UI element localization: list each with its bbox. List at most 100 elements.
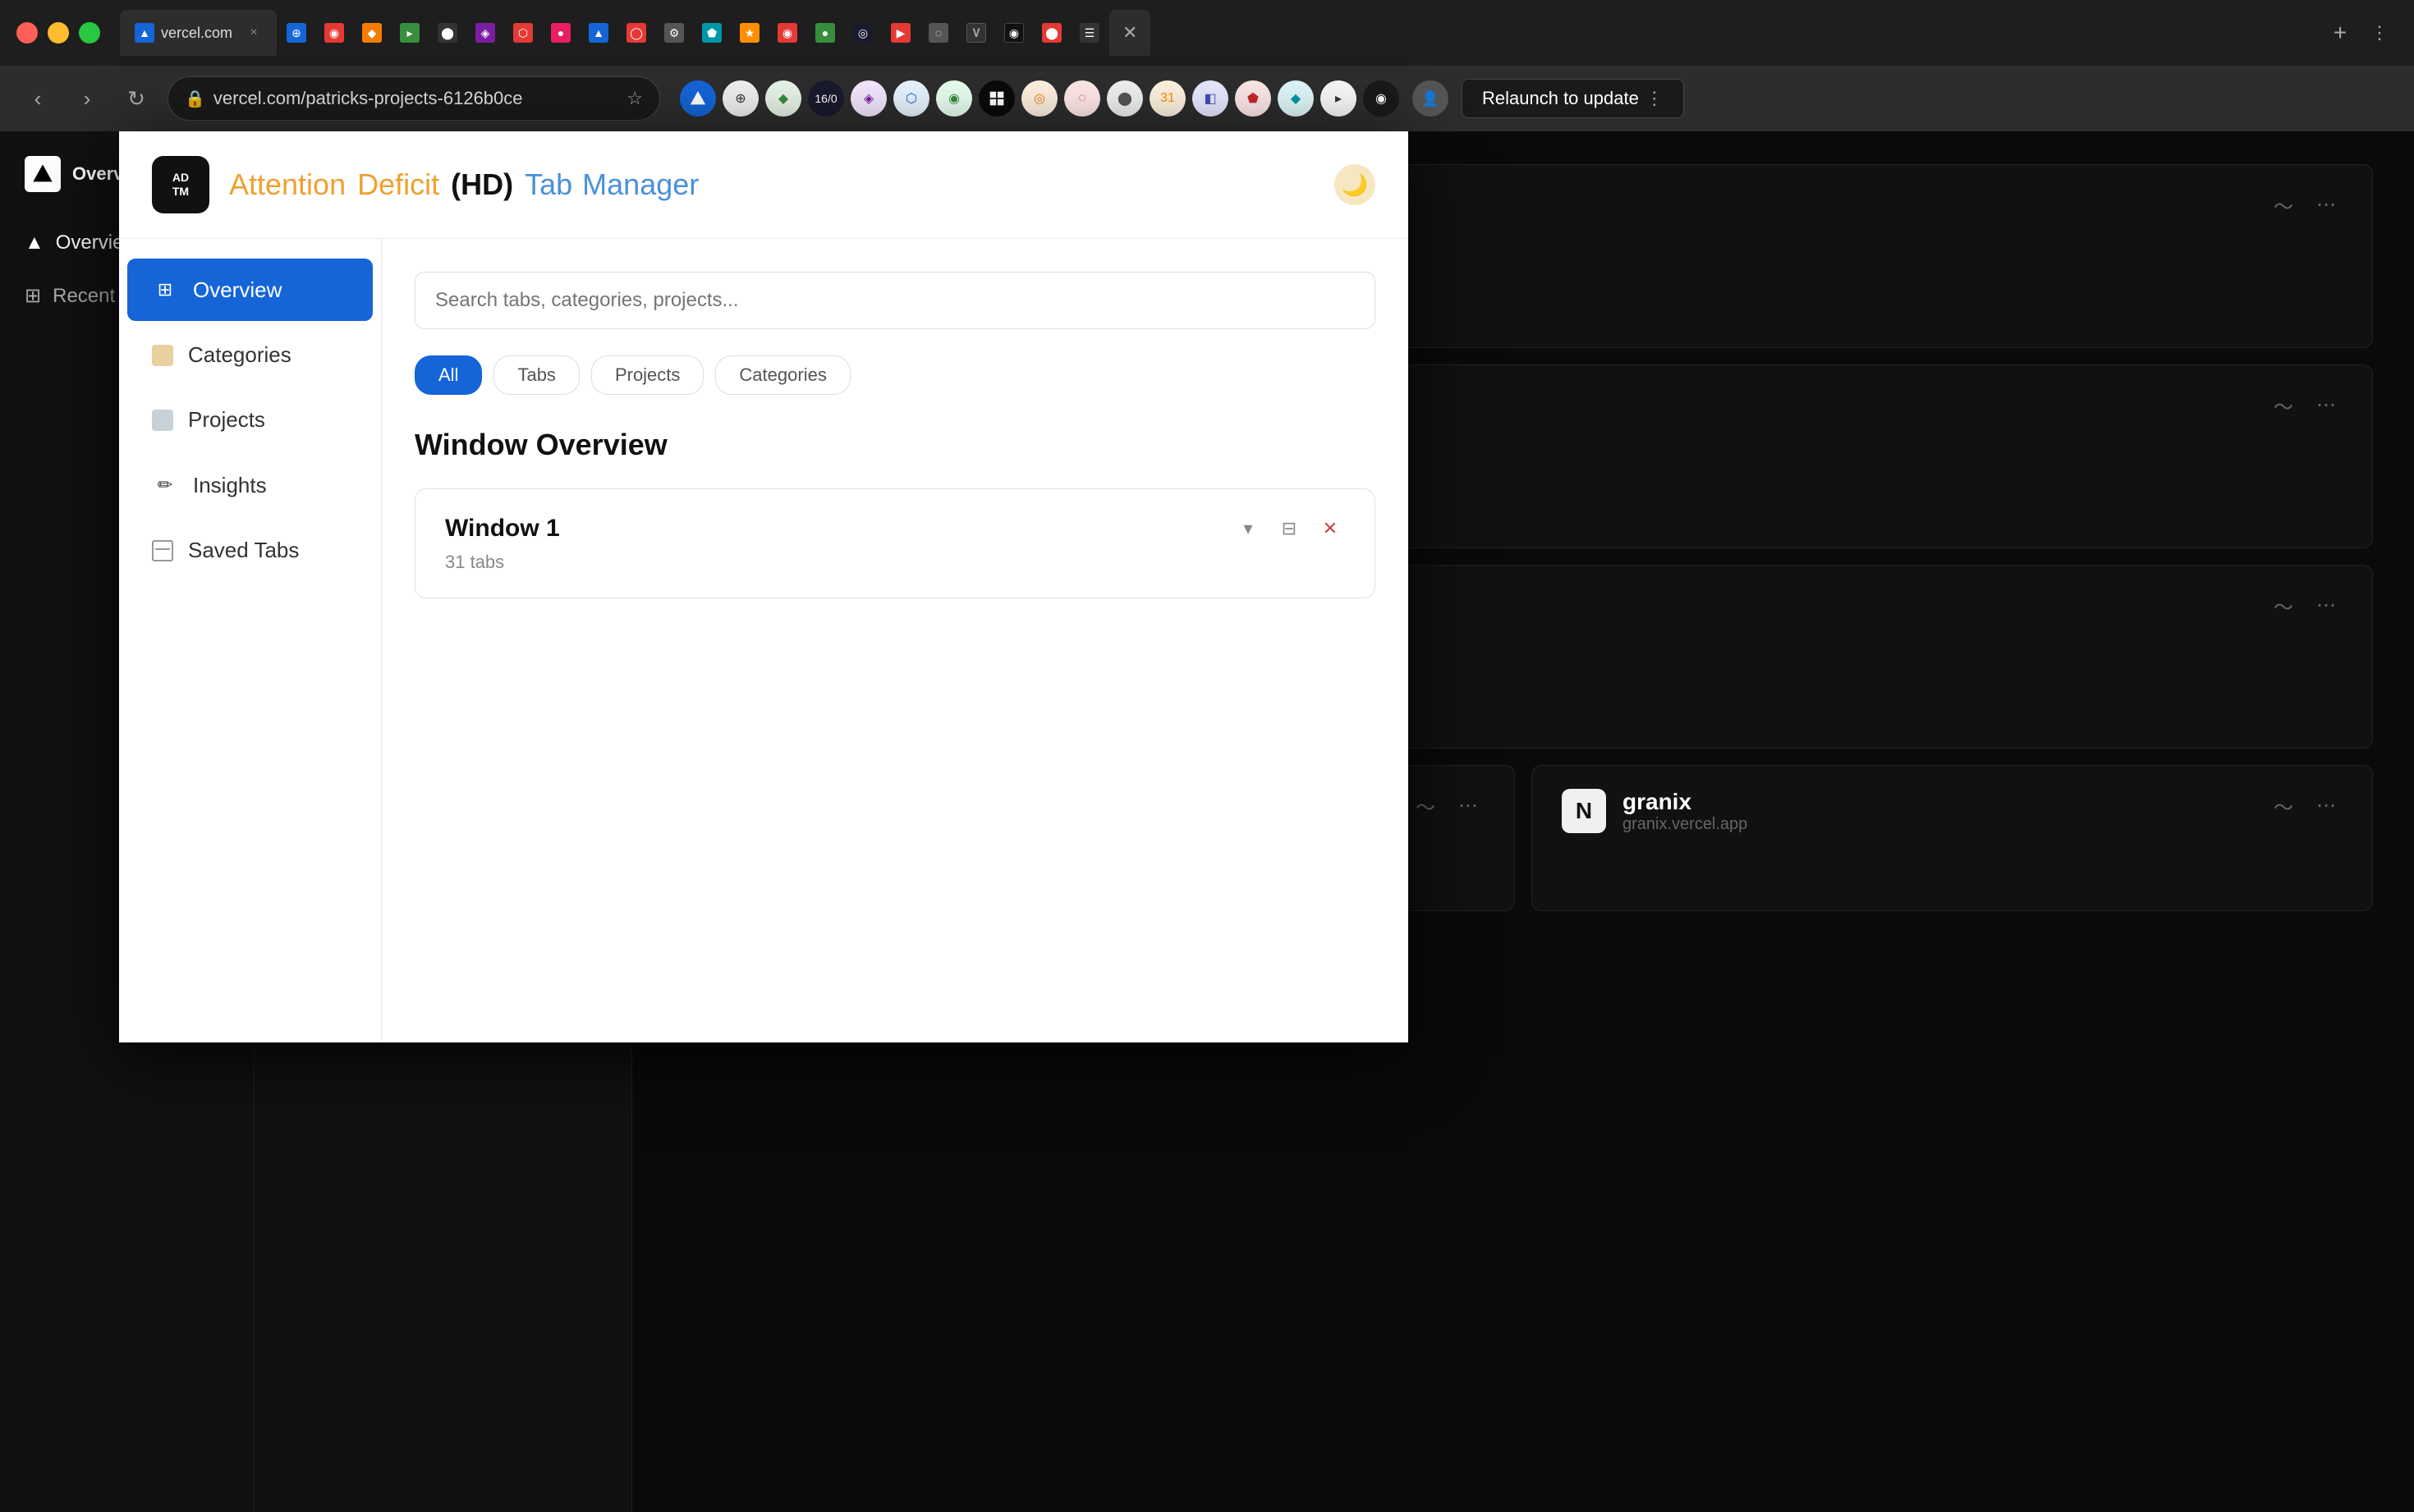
tab-favicon: ◌: [929, 23, 948, 43]
browser-tab[interactable]: 𝐕: [958, 10, 994, 56]
forward-button[interactable]: ›: [69, 80, 105, 117]
browser-tab[interactable]: ◉: [769, 10, 805, 56]
sidebar-item-projects-label: Projects: [188, 407, 265, 433]
reload-button[interactable]: ↻: [118, 80, 154, 117]
filter-categories-button[interactable]: Categories: [715, 355, 850, 395]
adtm-logo: AD TM: [152, 156, 209, 213]
browser-tab[interactable]: ⬟: [694, 10, 730, 56]
ext-icon-15[interactable]: ▸: [1320, 80, 1356, 117]
browser-tab[interactable]: ◈: [467, 10, 503, 56]
window-collapse-button[interactable]: ▾: [1233, 514, 1263, 543]
deployment-actions: 〜 ⋯: [2267, 188, 2343, 221]
tab-favicon: ◉: [1004, 23, 1024, 43]
new-tab-button[interactable]: +: [2322, 15, 2358, 51]
browser-tab[interactable]: ⬤: [1034, 10, 1070, 56]
deployment-card-granix: N granix granix.vercel.app 〜 ⋯: [1531, 765, 2373, 911]
window-close-button[interactable]: ✕: [1315, 514, 1345, 543]
tab-favicon: ◉: [324, 23, 344, 43]
tab-favicon: ◯: [626, 23, 646, 43]
ext-icon-14[interactable]: ◆: [1278, 80, 1314, 117]
sidebar-item-categories[interactable]: Categories: [127, 324, 373, 386]
window-controls: [16, 22, 100, 44]
more-options-button[interactable]: ⋯: [1452, 789, 1485, 822]
ext-icon-3[interactable]: 16/0: [808, 80, 844, 117]
browser-tab[interactable]: ⊕: [278, 10, 314, 56]
filter-tabs-button[interactable]: Tabs: [493, 355, 579, 395]
categories-icon: [152, 345, 173, 366]
sidebar-item-projects[interactable]: Projects: [127, 389, 373, 451]
tab-favicon: ★: [740, 23, 760, 43]
filter-all-button[interactable]: All: [415, 355, 482, 395]
tab-overflow-button[interactable]: ⋮: [2361, 15, 2398, 51]
ext-icon-2[interactable]: ◆: [765, 80, 801, 117]
sidebar-item-overview[interactable]: ⊞ Overview: [127, 259, 373, 321]
browser-tab[interactable]: ●: [543, 10, 579, 56]
relaunch-button[interactable]: Relaunch to update ⋮: [1462, 79, 1684, 118]
browser-tab[interactable]: ⬤: [429, 10, 466, 56]
ext-icon-1[interactable]: ⊕: [723, 80, 759, 117]
browser-tab[interactable]: ★: [732, 10, 768, 56]
main-content: Overview ▲ Overview ⊞ Recent Previews Re…: [0, 131, 2414, 1512]
browser-tab[interactable]: ◯: [618, 10, 654, 56]
window-pin-button[interactable]: ⊟: [1274, 514, 1304, 543]
ext-vercel-icon[interactable]: [680, 80, 716, 117]
ext-icon-8[interactable]: ◎: [1021, 80, 1058, 117]
tab-favicon: ◎: [853, 23, 873, 43]
browser-tab[interactable]: ◎: [845, 10, 881, 56]
tab-close-button[interactable]: ×: [246, 25, 262, 41]
browser-tab[interactable]: ●: [807, 10, 843, 56]
browser-tab[interactable]: ▶: [883, 10, 919, 56]
ext-icon-11[interactable]: 31: [1150, 80, 1186, 117]
analytics-button[interactable]: 〜: [1409, 789, 1442, 822]
sidebar-item-saved-tabs[interactable]: Saved Tabs: [127, 520, 373, 581]
overview-icon: ⊞: [152, 277, 178, 303]
browser-tab[interactable]: ⬡: [505, 10, 541, 56]
ext-icon-9[interactable]: ◌: [1064, 80, 1100, 117]
ext-icon-4[interactable]: ◈: [851, 80, 887, 117]
active-tab[interactable]: ▲ vercel.com ×: [120, 10, 277, 56]
minimize-window-button[interactable]: [48, 22, 69, 44]
address-text: vercel.com/patricks-projects-6126b0ce: [213, 88, 523, 109]
adtm-logo-text: AD TM: [172, 171, 189, 199]
analytics-button[interactable]: 〜: [2267, 789, 2300, 822]
browser-tab[interactable]: ▸: [392, 10, 428, 56]
browser-tab[interactable]: ◉: [316, 10, 352, 56]
title-hd: (HD): [451, 167, 513, 202]
more-options-button[interactable]: ⋯: [2310, 388, 2343, 421]
filter-projects-button[interactable]: Projects: [591, 355, 704, 395]
more-options-button[interactable]: ⋯: [2310, 589, 2343, 621]
vercel-logo: [25, 156, 61, 192]
maximize-window-button[interactable]: [79, 22, 100, 44]
ext-icon-5[interactable]: ⬡: [893, 80, 929, 117]
user-avatar[interactable]: 👤: [1412, 80, 1448, 117]
search-input[interactable]: [415, 272, 1375, 329]
browser-tab-x[interactable]: ✕: [1109, 10, 1150, 56]
back-button[interactable]: ‹: [20, 80, 56, 117]
insights-icon: ✏: [152, 472, 178, 498]
browser-tab[interactable]: ▲: [581, 10, 617, 56]
tab-favicon: ▶: [891, 23, 911, 43]
tab-close-icon: ✕: [1122, 22, 1137, 44]
ext-icon-12[interactable]: ◧: [1192, 80, 1228, 117]
close-window-button[interactable]: [16, 22, 38, 44]
address-bar[interactable]: 🔒 vercel.com/patricks-projects-6126b0ce …: [168, 76, 660, 121]
analytics-button[interactable]: 〜: [2267, 388, 2300, 421]
ext-icon-13[interactable]: ⬟: [1235, 80, 1271, 117]
ext-icon-6[interactable]: ◉: [936, 80, 972, 117]
browser-tab[interactable]: ☰: [1072, 10, 1108, 56]
ext-icon-10[interactable]: ⬤: [1107, 80, 1143, 117]
ext-icon-7[interactable]: [979, 80, 1015, 117]
sidebar-item-overview-label: Overview: [193, 277, 282, 303]
analytics-button[interactable]: 〜: [2267, 589, 2300, 621]
analytics-button[interactable]: 〜: [2267, 188, 2300, 221]
theme-toggle-button[interactable]: 🌙: [1334, 164, 1375, 205]
browser-tab[interactable]: ⚙: [656, 10, 692, 56]
browser-tab[interactable]: ◌: [920, 10, 957, 56]
browser-tab[interactable]: ◉: [996, 10, 1032, 56]
sidebar-item-insights[interactable]: ✏ Insights: [127, 454, 373, 516]
more-options-button[interactable]: ⋯: [2310, 789, 2343, 822]
more-options-button[interactable]: ⋯: [2310, 188, 2343, 221]
deployment-actions: 〜 ⋯: [2267, 388, 2343, 421]
browser-tab[interactable]: ◆: [354, 10, 390, 56]
ext-icon-16[interactable]: ◉: [1363, 80, 1399, 117]
